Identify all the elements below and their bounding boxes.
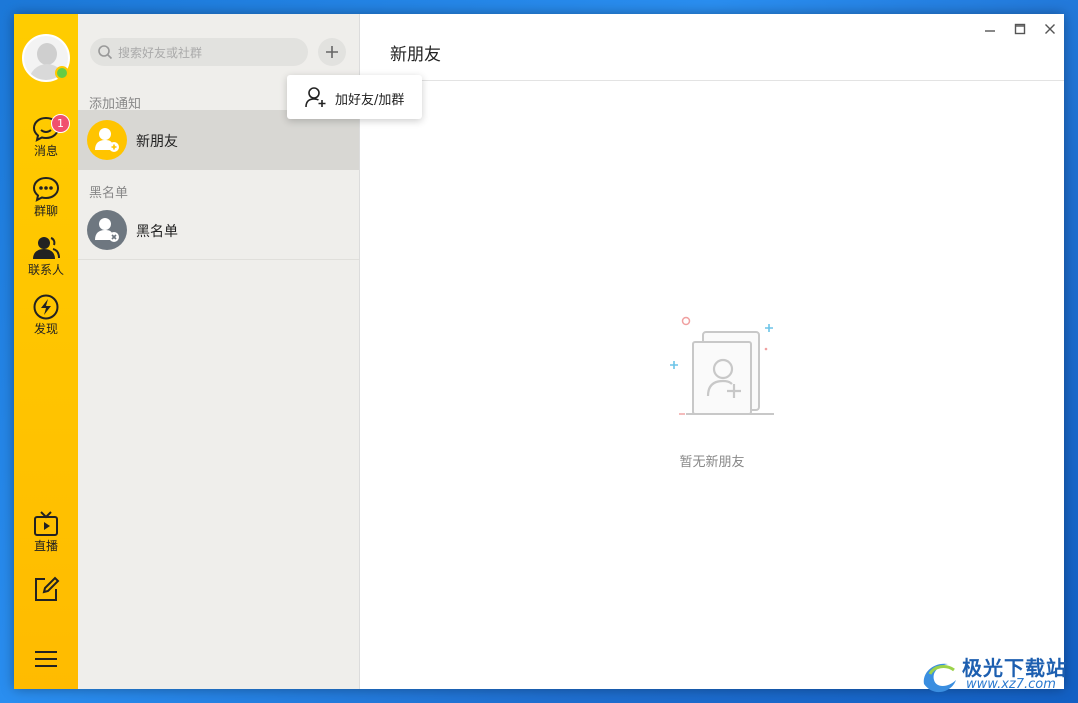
group-chat-icon: [32, 176, 60, 202]
nav-item-contacts[interactable]: 联系人: [14, 235, 78, 287]
close-button[interactable]: [1041, 22, 1059, 40]
empty-state-text: 暂无新朋友: [679, 455, 745, 470]
list-item-blacklist[interactable]: 黑名单: [78, 200, 359, 260]
nav-label-contacts: 联系人: [27, 263, 64, 277]
nav-label-group-chat: 群聊: [33, 204, 58, 218]
nav-item-discover[interactable]: 发现: [14, 294, 78, 346]
plus-icon: [326, 46, 338, 58]
nav-item-messages[interactable]: 1 消息: [14, 114, 78, 168]
app-window: 1 消息 群聊 联系人 发现 直播 搜索好友或社群 添加通知 新朋友 黑名单 黑…: [14, 14, 1064, 689]
watermark-swirl-icon: [923, 663, 956, 693]
edit-icon: [35, 576, 60, 601]
page-title: 新朋友: [390, 45, 441, 65]
nav-item-live[interactable]: 直播: [14, 511, 78, 563]
minimize-icon: [985, 30, 995, 32]
watermark-logo: 极光下载站 www.xz7.com: [918, 650, 1078, 703]
header-divider: [360, 80, 1064, 81]
empty-friends-illustration: [670, 316, 774, 415]
list-item-label: 新朋友: [136, 134, 178, 150]
minimize-button[interactable]: [981, 22, 999, 40]
unread-badge: 1: [51, 114, 70, 133]
nav-label-discover: 发现: [33, 322, 58, 336]
close-icon: [1045, 24, 1055, 34]
main-content: 新朋友 暂无新朋友: [360, 14, 1064, 689]
contacts-icon: [33, 237, 60, 259]
list-item-label: 黑名单: [136, 224, 178, 240]
nav-item-menu[interactable]: [14, 649, 78, 689]
search-input[interactable]: [116, 42, 300, 64]
add-button[interactable]: [318, 38, 346, 66]
nav-item-edit[interactable]: [14, 576, 78, 628]
blacklist-icon: [87, 210, 127, 250]
nav-label-messages: 消息: [33, 144, 58, 158]
contacts-panel: 添加通知 新朋友 黑名单 黑: [78, 14, 422, 689]
new-friend-icon: [87, 120, 127, 160]
add-friend-group-menu-item[interactable]: 加好友/加群: [335, 89, 404, 108]
left-nav: 1 消息 群聊 联系人 发现 直播: [14, 14, 78, 689]
live-tv-icon: [34, 511, 58, 536]
add-person-icon: [305, 87, 326, 108]
search-icon: [98, 45, 113, 60]
nav-label-live: 直播: [33, 539, 58, 553]
discover-icon: [33, 294, 59, 320]
online-status-icon: [55, 66, 69, 80]
watermark-url: www.xz7.com: [966, 677, 1056, 692]
section-header-blacklist: 黑名单: [89, 186, 129, 201]
search-box[interactable]: [90, 38, 308, 66]
list-item-new-friends[interactable]: 新朋友: [78, 110, 359, 170]
maximize-button[interactable]: [1011, 22, 1029, 40]
add-friend-popup: 加好友/加群: [287, 75, 422, 119]
menu-icon: [35, 651, 57, 667]
nav-item-group-chat[interactable]: 群聊: [14, 176, 78, 228]
maximize-icon: [1014, 23, 1026, 35]
